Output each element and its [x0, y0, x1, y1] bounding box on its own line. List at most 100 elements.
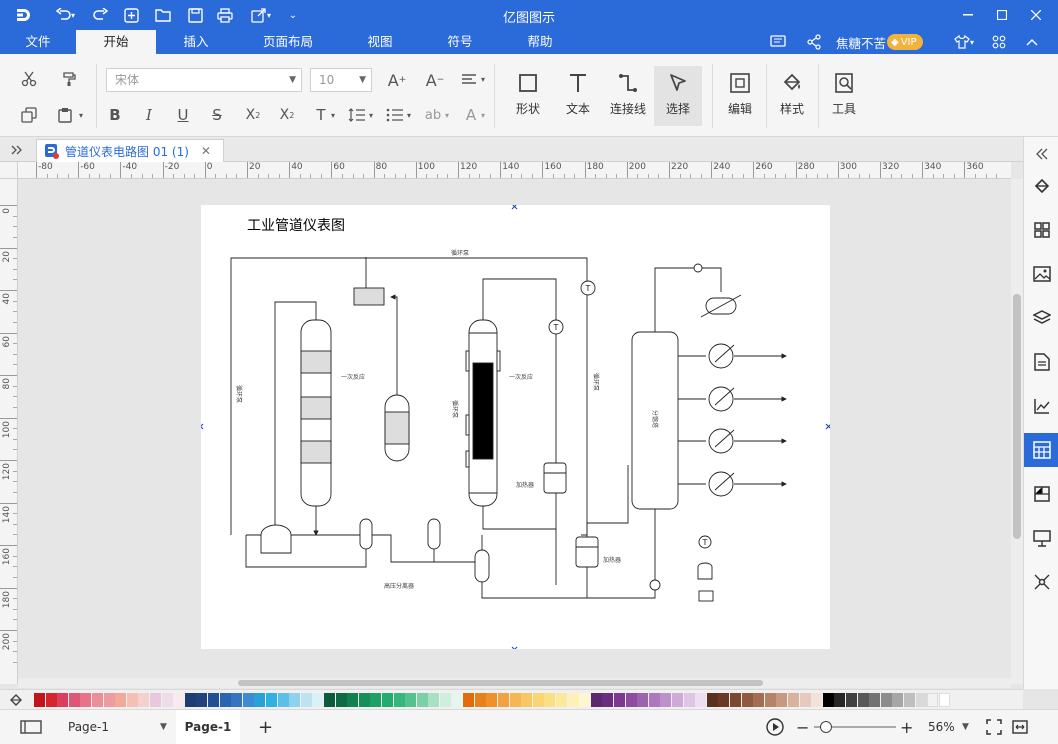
select-button[interactable]: 选择	[654, 66, 702, 126]
add-page-icon[interactable]: +	[258, 710, 273, 744]
shape-button[interactable]: 形状	[504, 66, 552, 126]
color-swatch[interactable]	[242, 693, 254, 707]
vertical-scroll-thumb[interactable]	[1013, 294, 1021, 539]
color-swatch[interactable]	[45, 693, 57, 707]
color-swatch[interactable]	[938, 693, 950, 707]
tab-home[interactable]: 开始	[76, 30, 156, 54]
chart-icon[interactable]	[1024, 389, 1058, 423]
color-swatch[interactable]	[799, 693, 811, 707]
tools-button[interactable]: 工具	[820, 66, 868, 126]
presentation-icon[interactable]	[1024, 521, 1058, 555]
color-swatch[interactable]	[834, 693, 846, 707]
drawing-page[interactable]: 工业管道仪表图 循环泵 一次反应 一次反应 加热器 加热器 高压分离器 循环泵 …	[201, 205, 830, 649]
color-swatch[interactable]	[451, 693, 463, 707]
new-file-icon[interactable]	[120, 5, 142, 25]
connector-button[interactable]: 连接线	[604, 66, 652, 126]
color-swatch[interactable]	[788, 693, 799, 707]
color-swatch[interactable]	[880, 693, 892, 707]
share-icon[interactable]	[806, 33, 822, 51]
color-swatch[interactable]	[556, 693, 567, 707]
comment-icon[interactable]	[770, 33, 786, 51]
image-icon[interactable]	[1024, 257, 1058, 291]
color-swatch[interactable]	[648, 693, 660, 707]
redo-icon[interactable]	[90, 5, 112, 25]
paste-icon[interactable]	[54, 104, 76, 126]
color-swatch[interactable]	[300, 693, 312, 707]
open-folder-icon[interactable]	[152, 5, 174, 25]
export-dropdown-icon[interactable]: ▾	[264, 5, 274, 25]
fit-width-icon[interactable]	[1012, 710, 1028, 744]
bold-icon[interactable]: B	[104, 104, 126, 126]
bullet-list-dropdown-icon[interactable]: ▾	[404, 110, 414, 120]
color-swatch[interactable]	[637, 693, 649, 707]
horizontal-scroll-thumb[interactable]	[238, 680, 763, 686]
color-swatch[interactable]	[34, 693, 45, 707]
page-properties-icon[interactable]	[1024, 345, 1058, 379]
color-swatch[interactable]	[625, 693, 637, 707]
decrease-font-icon[interactable]: A −	[424, 69, 446, 91]
italic-icon[interactable]: I	[138, 104, 160, 126]
color-swatch[interactable]	[219, 693, 231, 707]
color-swatch[interactable]	[161, 693, 173, 707]
edit-button[interactable]: 编辑	[716, 66, 764, 126]
color-swatch[interactable]	[289, 693, 301, 707]
color-swatch[interactable]	[347, 693, 359, 707]
close-icon[interactable]	[1022, 4, 1050, 26]
data-table-icon[interactable]	[1024, 433, 1058, 467]
text-button[interactable]: 文本	[554, 66, 602, 126]
font-family-select[interactable]: 宋体 ▼	[106, 68, 302, 92]
tab-file[interactable]: 文件	[10, 30, 66, 54]
document-tab[interactable]: 管道仪表电路图 01 (1) ✕	[36, 139, 224, 162]
color-swatch[interactable]	[602, 693, 614, 707]
color-swatch[interactable]	[173, 693, 185, 707]
color-swatch[interactable]	[683, 693, 695, 707]
color-swatch[interactable]	[846, 693, 857, 707]
fit-page-icon[interactable]	[986, 710, 1002, 744]
color-swatch[interactable]	[196, 693, 208, 707]
color-swatch[interactable]	[312, 693, 324, 707]
color-swatch[interactable]	[254, 693, 266, 707]
color-swatch[interactable]	[231, 693, 243, 707]
zoom-slider-thumb[interactable]	[820, 721, 832, 733]
page-selector[interactable]: Page-1 ▼	[68, 710, 168, 744]
color-swatch[interactable]	[706, 693, 718, 707]
color-swatch[interactable]	[370, 693, 382, 707]
fill-bucket-icon[interactable]	[8, 692, 24, 708]
underline-icon[interactable]: U	[172, 104, 194, 126]
mind-map-icon[interactable]	[1024, 565, 1058, 599]
color-swatch[interactable]	[440, 693, 451, 707]
tab-insert[interactable]: 插入	[166, 30, 226, 54]
highlight-icon[interactable]: ab	[422, 104, 444, 126]
skin-icon[interactable]	[954, 33, 970, 51]
color-swatch[interactable]	[753, 693, 765, 707]
color-swatch[interactable]	[869, 693, 881, 707]
subscript-icon[interactable]: X2	[276, 104, 298, 126]
horizontal-scrollbar[interactable]	[18, 678, 1011, 688]
pid-diagram[interactable]: 工业管道仪表图 循环泵 一次反应 一次反应 加热器 加热器 高压分离器 循环泵 …	[201, 205, 830, 649]
color-swatch[interactable]	[184, 693, 196, 707]
color-swatch[interactable]	[80, 693, 92, 707]
color-swatch[interactable]	[463, 693, 475, 707]
color-swatch[interactable]	[208, 693, 219, 707]
vertical-scrollbar[interactable]	[1011, 179, 1023, 684]
layout-grid-icon[interactable]	[1024, 213, 1058, 247]
line-spacing-dropdown-icon[interactable]: ▾	[366, 110, 376, 120]
skin-dropdown-icon[interactable]: ▾	[970, 33, 974, 51]
color-swatch[interactable]	[532, 693, 544, 707]
color-swatch[interactable]	[857, 693, 869, 707]
color-swatch[interactable]	[811, 693, 823, 707]
superscript-icon[interactable]: X2	[242, 104, 264, 126]
color-swatch[interactable]	[150, 693, 161, 707]
color-swatch[interactable]	[672, 693, 683, 707]
format-painter-icon[interactable]	[58, 68, 80, 90]
color-swatch[interactable]	[822, 693, 834, 707]
align-dropdown-icon[interactable]: ▾	[478, 74, 488, 84]
collapse-ribbon-icon[interactable]	[1026, 33, 1038, 51]
color-swatch[interactable]	[498, 693, 509, 707]
color-swatch[interactable]	[335, 693, 347, 707]
font-size-select[interactable]: 10 ▼	[310, 68, 372, 92]
expand-library-icon[interactable]	[8, 141, 26, 159]
tab-help[interactable]: 帮助	[510, 30, 570, 54]
color-swatch[interactable]	[474, 693, 486, 707]
line-spacing-icon[interactable]	[346, 104, 368, 126]
